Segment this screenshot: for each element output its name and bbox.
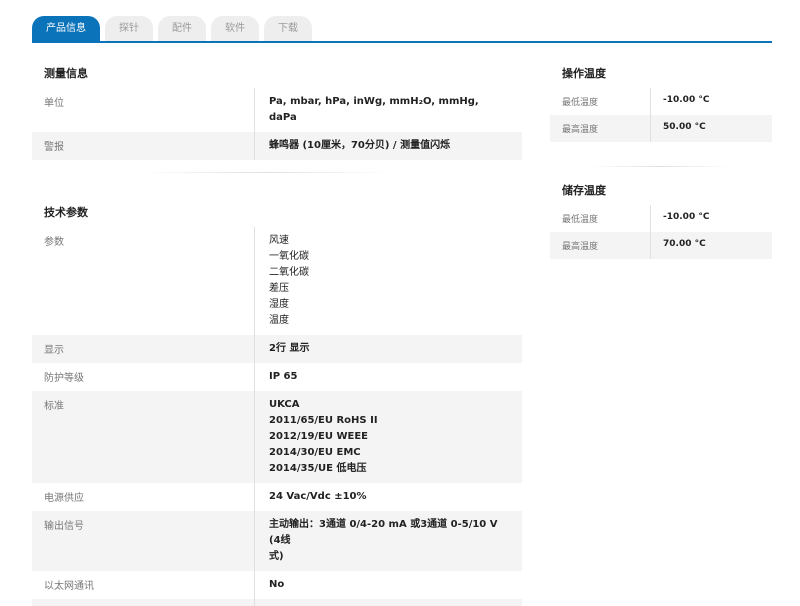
- spec-value: 2行 显示: [254, 335, 522, 363]
- spec-key: ModBus 网络: [32, 599, 254, 606]
- spec-value-line: 2011/65/EU RoHS II: [269, 415, 378, 426]
- spec-key: 单位: [44, 98, 64, 109]
- temp-key: 最低温度: [562, 98, 599, 108]
- measurement-section: 测量信息 单位 Pa, mbar, hPa, inWg, mmH₂O, mmHg…: [32, 66, 522, 160]
- spec-row-display: 显示 2行 显示: [32, 335, 522, 363]
- spec-value-line: 式): [269, 551, 284, 562]
- spec-value: IP 65: [254, 363, 522, 391]
- product-tabs: 产品信息 探针 配件 软件 下载: [32, 16, 312, 42]
- spec-value: No: [254, 571, 522, 599]
- technical-section: 技术参数 参数 风速 一氧化碳 二氧化碳 差压 湿度 温度 显示 2行 显示 防…: [32, 205, 522, 606]
- spec-row-standards: 标准 UKCA 2011/65/EU RoHS II 2012/19/EU WE…: [32, 391, 522, 483]
- spec-key: 防护等级: [44, 373, 84, 384]
- spec-value: 主动输出：3通道 0/4-20 mA 或3通道 0-5/10 V (4线 式): [254, 511, 522, 571]
- spec-value-line: 2行 显示: [269, 343, 310, 354]
- spec-value-line: UKCA: [269, 399, 300, 410]
- spec-value: 24 Vac/Vdc ±10%: [254, 483, 522, 511]
- tab-underline: [32, 41, 772, 43]
- temp-key: 最低温度: [562, 215, 599, 225]
- spec-value-line: 二氧化碳: [269, 267, 309, 278]
- spec-value-line: 24 Vac/Vdc ±10%: [269, 491, 367, 502]
- spec-value: Pa, mbar, hPa, inWg, mmH₂O, mmHg, daPa: [254, 88, 522, 132]
- spec-key: 警报: [44, 142, 64, 153]
- spec-value-line: 2014/30/EU EMC: [269, 447, 361, 458]
- spec-value-line: 主动输出：3通道 0/4-20 mA 或3通道 0-5/10 V (4线: [269, 519, 498, 546]
- spec-row-protection: 防护等级 IP 65: [32, 363, 522, 391]
- spec-value: 风速 一氧化碳 二氧化碳 差压 湿度 温度: [254, 227, 522, 335]
- section-divider: [140, 172, 390, 173]
- spec-key: 显示: [44, 345, 64, 356]
- spec-key: 以太网通讯: [44, 581, 94, 592]
- temp-value: 50.00 °C: [650, 115, 772, 142]
- spec-value-line: 2012/19/EU WEEE: [269, 431, 369, 442]
- section-divider: [590, 166, 730, 167]
- spec-value-line: 一氧化碳: [269, 251, 309, 262]
- technical-title: 技术参数: [44, 206, 88, 219]
- spec-value-line: 温度: [269, 315, 289, 326]
- temp-value: -10.00 °C: [650, 205, 772, 232]
- spec-row-unit: 单位 Pa, mbar, hPa, inWg, mmH₂O, mmHg, daP…: [32, 88, 522, 132]
- spec-value-line: 湿度: [269, 299, 289, 310]
- spec-value-line: 风速: [269, 235, 289, 246]
- tab-probes[interactable]: 探针: [105, 16, 153, 42]
- spec-row-alarm: 警报 蜂鸣器 (10厘米，70分贝) / 测量值闪烁: [32, 132, 522, 160]
- spec-key: 输出信号: [44, 521, 84, 532]
- spec-value-line: No: [269, 579, 285, 590]
- storage-temp-section: 储存温度 最低温度 -10.00 °C 最高温度 70.00 °C: [550, 183, 772, 259]
- temp-row-max: 最高温度 70.00 °C: [550, 232, 772, 259]
- tab-accessories[interactable]: 配件: [158, 16, 206, 42]
- spec-value: UKCA 2011/65/EU RoHS II 2012/19/EU WEEE …: [254, 391, 522, 483]
- tab-downloads[interactable]: 下载: [264, 16, 312, 42]
- spec-value-line: 蜂鸣器 (10厘米，70分贝) / 测量值闪烁: [269, 140, 451, 151]
- spec-key: 电源供应: [44, 493, 84, 504]
- spec-key: 参数: [44, 237, 64, 248]
- temp-key: 最高温度: [562, 242, 599, 252]
- spec-value: 蜂鸣器 (10厘米，70分贝) / 测量值闪烁: [254, 132, 522, 160]
- temp-value: -10.00 °C: [650, 88, 772, 115]
- spec-value-line: 差压: [269, 283, 289, 294]
- measurement-title: 测量信息: [44, 67, 88, 80]
- spec-row-ethernet: 以太网通讯 No: [32, 571, 522, 599]
- spec-value-line: Pa, mbar, hPa, inWg, mmH₂O, mmHg, daPa: [269, 96, 479, 123]
- operating-temp-section: 操作温度 最低温度 -10.00 °C 最高温度 50.00 °C: [550, 66, 772, 142]
- tab-product-info[interactable]: 产品信息: [32, 16, 100, 42]
- spec-value: No: [254, 599, 522, 606]
- spec-value-line: 2014/35/UE 低电压: [269, 463, 367, 474]
- spec-row-parameters: 参数 风速 一氧化碳 二氧化碳 差压 湿度 温度: [32, 227, 522, 335]
- spec-key: 标准: [44, 401, 64, 412]
- spec-row-output: 输出信号 主动输出：3通道 0/4-20 mA 或3通道 0-5/10 V (4…: [32, 511, 522, 571]
- spec-row-power: 电源供应 24 Vac/Vdc ±10%: [32, 483, 522, 511]
- storage-temp-title: 储存温度: [562, 184, 606, 197]
- temp-row-min: 最低温度 -10.00 °C: [550, 88, 772, 115]
- temp-row-max: 最高温度 50.00 °C: [550, 115, 772, 142]
- temp-value: 70.00 °C: [650, 232, 772, 259]
- spec-row-modbus: ModBus 网络 No: [32, 599, 522, 606]
- temp-row-min: 最低温度 -10.00 °C: [550, 205, 772, 232]
- spec-value-line: IP 65: [269, 371, 298, 382]
- operating-temp-title: 操作温度: [562, 67, 606, 80]
- tab-software[interactable]: 软件: [211, 16, 259, 42]
- temp-key: 最高温度: [562, 125, 599, 135]
